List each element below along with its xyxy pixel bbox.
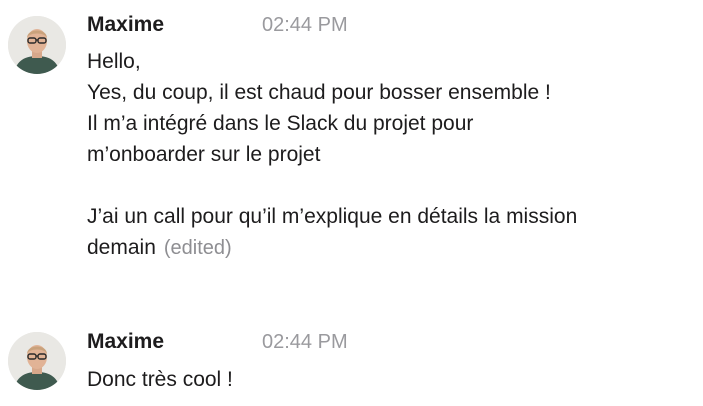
message-line: Hello,: [87, 50, 141, 73]
avatar-image: [8, 332, 66, 390]
message-body: Donc très cool !: [87, 364, 687, 395]
author-name[interactable]: Maxime: [87, 13, 164, 36]
message-line: Donc très cool !: [87, 368, 233, 391]
timestamp[interactable]: 02:44 PM: [262, 12, 348, 38]
message-line-last: demain (edited): [87, 232, 687, 263]
timestamp[interactable]: 02:44 PM: [262, 329, 348, 355]
message-line: Yes, du coup, il est chaud pour bosser e…: [87, 81, 551, 104]
author-name[interactable]: Maxime: [87, 330, 164, 353]
avatar[interactable]: [8, 332, 66, 390]
redacted-surname: [173, 331, 259, 355]
message-line: m’onboarder sur le projet: [87, 143, 321, 166]
message-item[interactable]: Maxime 02:44 PM Hello, Yes, du coup, il …: [0, 0, 703, 300]
message-line: J’ai un call pour qu’il m’explique en dé…: [87, 205, 578, 228]
avatar[interactable]: [8, 16, 66, 74]
avatar-image: [8, 16, 66, 74]
edited-label: (edited): [163, 237, 232, 259]
message-body: Hello, Yes, du coup, il est chaud pour b…: [87, 46, 687, 263]
message-item[interactable]: Maxime 02:44 PM Donc très cool !: [0, 318, 703, 406]
message-line-blank: [87, 170, 687, 201]
message-header: Maxime 02:44 PM: [87, 329, 348, 355]
redacted-surname: [172, 14, 260, 38]
message-line: Il m’a intégré dans le Slack du projet p…: [87, 112, 474, 135]
message-header: Maxime 02:44 PM: [87, 12, 348, 38]
message-line-text: demain: [87, 236, 156, 259]
